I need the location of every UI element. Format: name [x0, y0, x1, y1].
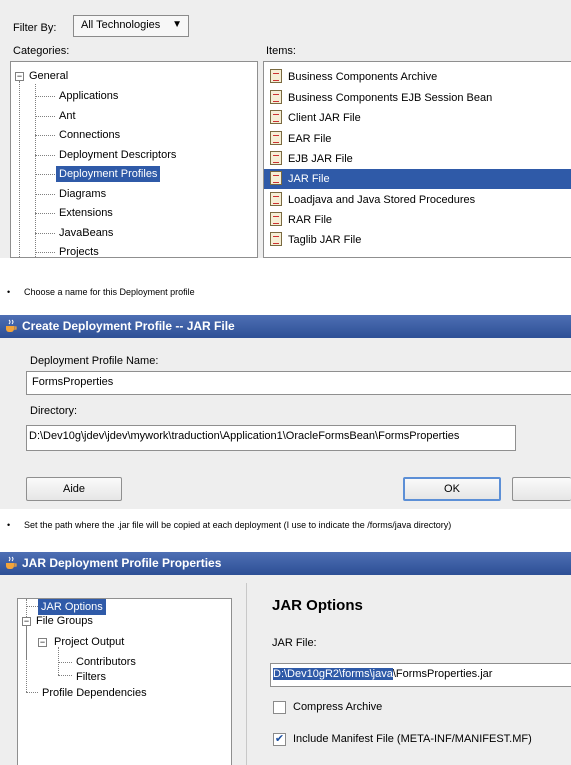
bullet-icon: • — [7, 520, 11, 530]
list-item-selected[interactable]: JAR File — [264, 169, 571, 189]
deployment-profile-name-input[interactable]: FormsProperties — [26, 371, 571, 395]
properties-tree[interactable]: JAR Options − File Groups − Project Outp… — [17, 598, 232, 765]
tree-connector — [58, 647, 59, 675]
compress-archive-label: Compress Archive — [293, 701, 383, 713]
tree-connector — [35, 213, 55, 214]
tree-item-profile-dependencies[interactable]: Profile Dependencies — [42, 685, 147, 701]
list-item[interactable]: EJB JAR File — [264, 149, 571, 169]
jar-path-selection: D:\Dev10gR2\forms\java — [273, 668, 393, 680]
tree-item-javabeans[interactable]: JavaBeans — [59, 225, 113, 241]
categories-tree[interactable]: − General Applications Ant Connections D… — [10, 61, 258, 258]
jar-file-label: JAR File: — [272, 637, 317, 649]
tree-item-deployment-descriptors[interactable]: Deployment Descriptors — [59, 147, 176, 163]
tree-connector — [35, 116, 55, 117]
tree-connector — [58, 675, 72, 676]
tree-item-diagrams[interactable]: Diagrams — [59, 186, 106, 202]
jar-file-input[interactable]: D:\Dev10gR2\forms\java\FormsProperties.j… — [270, 663, 571, 687]
compress-archive-checkbox[interactable] — [273, 701, 286, 714]
list-item-label: Business Components Archive — [288, 71, 438, 83]
tree-item-ant[interactable]: Ant — [59, 108, 76, 124]
tree-item-project-output[interactable]: Project Output — [54, 634, 124, 650]
instruction-text: Choose a name for this Deployment profil… — [24, 287, 195, 297]
jar-options-heading: JAR Options — [272, 597, 363, 614]
java-cup-icon — [6, 556, 17, 569]
tree-connector — [26, 625, 27, 692]
file-icon — [270, 90, 282, 104]
java-cup-icon — [6, 319, 17, 332]
include-manifest-label: Include Manifest File (META-INF/MANIFEST… — [293, 733, 532, 745]
filter-select[interactable]: All Technologies ▼ — [73, 15, 189, 37]
items-label: Items: — [266, 45, 296, 57]
dialog-title-bar: JAR Deployment Profile Properties — [0, 552, 571, 575]
list-item[interactable]: RAR File — [264, 210, 571, 230]
file-icon — [270, 232, 282, 246]
list-item[interactable]: Client JAR File — [264, 108, 571, 128]
tree-item-deployment-profiles[interactable]: Deployment Profiles — [56, 166, 161, 182]
instruction-text: Set the path where the .jar file will be… — [24, 520, 452, 530]
dialog-title-bar: Create Deployment Profile -- JAR File — [0, 315, 571, 338]
file-icon — [270, 151, 282, 165]
include-manifest-checkbox[interactable]: ✔ — [273, 733, 286, 746]
bullet-icon: • — [7, 287, 11, 297]
collapse-icon[interactable]: − — [38, 638, 47, 647]
list-item-label: JAR File — [288, 173, 330, 185]
items-list[interactable]: Business Components Archive Business Com… — [263, 61, 571, 258]
dialog-title: Create Deployment Profile -- JAR File — [22, 319, 235, 333]
list-item[interactable]: Loadjava and Java Stored Procedures — [264, 190, 571, 210]
categories-label: Categories: — [13, 45, 70, 57]
tree-connector — [35, 233, 55, 234]
filter-value: All Technologies — [81, 19, 161, 31]
tree-connector — [19, 81, 20, 257]
tree-item-projects[interactable]: Projects — [59, 244, 99, 257]
collapse-icon[interactable]: − — [15, 72, 24, 81]
tree-connector — [35, 194, 55, 195]
tree-connector — [35, 84, 36, 257]
tree-item-general[interactable]: General — [29, 68, 68, 84]
file-icon — [270, 131, 282, 145]
list-item[interactable]: Taglib JAR File — [264, 230, 571, 250]
list-item-label: Loadjava and Java Stored Procedures — [288, 194, 476, 206]
tree-connector — [26, 606, 38, 607]
tree-item-applications[interactable]: Applications — [59, 88, 118, 104]
tree-connector — [35, 96, 55, 97]
tree-item-contributors[interactable]: Contributors — [76, 654, 136, 670]
tree-item-filters[interactable]: Filters — [76, 669, 106, 685]
directory-value: D:\Dev10g\jdev\jdev\mywork\traduction\Ap… — [29, 430, 460, 442]
list-item-label: EJB JAR File — [288, 153, 353, 165]
jar-path-filename: \FormsProperties.jar — [392, 668, 493, 680]
tree-connector — [35, 252, 55, 253]
tree-connector — [35, 174, 55, 175]
list-item-label: RAR File — [288, 214, 333, 226]
list-item[interactable]: EAR File — [264, 129, 571, 149]
list-item[interactable]: Business Components EJB Session Bean — [264, 88, 571, 108]
list-item-label: Taglib JAR File — [288, 234, 362, 246]
dropdown-arrow-icon: ▼ — [172, 19, 182, 30]
list-item-label: Client JAR File — [288, 112, 361, 124]
ok-button[interactable]: OK — [403, 477, 501, 501]
list-item-label: EAR File — [288, 133, 332, 145]
tree-connector — [35, 155, 55, 156]
deployment-profile-name-label: Deployment Profile Name: — [30, 355, 159, 367]
list-item-label: Business Components EJB Session Bean — [288, 92, 493, 104]
file-icon — [270, 171, 282, 185]
file-icon — [270, 192, 282, 206]
tree-connector — [35, 135, 55, 136]
file-icon — [270, 69, 282, 83]
tree-item-connections[interactable]: Connections — [59, 127, 120, 143]
tree-connector — [58, 662, 72, 663]
help-button[interactable]: Aide — [26, 477, 122, 501]
file-icon — [270, 110, 282, 124]
cancel-button-partial[interactable] — [512, 477, 571, 501]
dialog-title: JAR Deployment Profile Properties — [22, 556, 222, 570]
tree-item-extensions[interactable]: Extensions — [59, 205, 113, 221]
tree-item-file-groups[interactable]: File Groups — [36, 613, 93, 629]
tree-connector — [26, 692, 38, 693]
directory-label: Directory: — [30, 405, 78, 417]
file-icon — [270, 212, 282, 226]
panel-divider — [246, 583, 247, 765]
directory-input[interactable]: D:\Dev10g\jdev\jdev\mywork\traduction\Ap… — [26, 425, 516, 451]
list-item[interactable]: Business Components Archive — [264, 67, 571, 87]
filter-by-label: Filter By: — [13, 22, 57, 34]
